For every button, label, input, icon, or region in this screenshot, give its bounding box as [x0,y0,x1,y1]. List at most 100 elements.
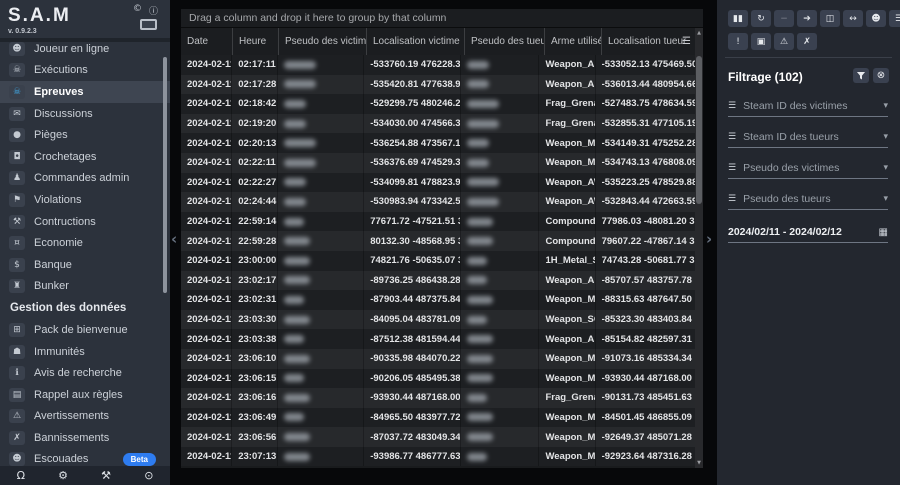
column-header[interactable]: Pseudo des victimes [279,28,367,55]
redacted-killer-pseudo [467,61,489,69]
cell-killer-pseudo [461,114,540,134]
table-row[interactable]: 2024-02-11 02:18:42 -529299.75 480246.22… [181,94,695,114]
table-row[interactable]: 2024-02-11 23:06:15 -90206.05 485495.38 … [181,369,695,389]
table-scrollbar[interactable]: ▲ ▼ [695,28,703,468]
table-row[interactable]: 2024-02-11 02:20:13 -536254.88 473567.13… [181,133,695,153]
toolbar-button[interactable]: ↔ [843,10,863,27]
cell-date: 2024-02-11 [181,427,232,447]
sidebar-item[interactable]: ☠ Epreuves [0,81,170,103]
redacted-victim-pseudo [284,453,310,461]
table-row[interactable]: 2024-02-11 23:03:30 -84095.04 483781.09 … [181,310,695,330]
toolbar-button[interactable]: ▣ [751,33,771,50]
table-row[interactable]: 2024-02-11 02:17:11 -533760.19 476228.38… [181,55,695,75]
sidebar-item[interactable]: ♟ Commandes admin [0,168,170,190]
sidebar-item[interactable]: ⚑ Violations [0,189,170,211]
filter-dropdown[interactable]: ☰ Pseudo des tueurs ▾ [728,189,888,210]
table-row[interactable]: 2024-02-11 23:02:31 -87903.44 487375.84 … [181,290,695,310]
table-scrollbar-thumb[interactable] [696,56,702,204]
column-header[interactable]: Date [181,28,233,55]
cell-date: 2024-02-11 [181,369,232,389]
table-row[interactable]: 2024-02-11 02:24:44 -530983.94 473342.50… [181,192,695,212]
table-row[interactable]: 2024-02-11 23:07:13 -93986.77 486777.63 … [181,447,695,467]
table-row[interactable]: 2024-02-11 23:06:56 -87037.72 483049.34 … [181,427,695,447]
sidebar-item[interactable]: $ Banque [0,254,170,276]
cell-killer-pseudo [461,369,540,389]
table-row[interactable]: 2024-02-11 22:59:28 80132.30 -48568.95 3… [181,231,695,251]
sidebar-item[interactable]: ¤ Economie [0,232,170,254]
collapse-sidebar-chevron[interactable]: ‹ [171,232,177,247]
redacted-victim-pseudo [284,316,310,324]
table-row[interactable]: 2024-02-11 02:22:27 -534099.81 478823.91… [181,173,695,193]
cell-victim-pseudo [278,329,365,349]
toolbar-button[interactable]: ✗ [797,33,817,50]
toolbar-button[interactable]: ☻ [866,10,886,27]
sidebar-item[interactable]: ▤ Rappel aux règles [0,384,170,406]
copyright-icon[interactable]: © [133,4,142,14]
group-drop-zone[interactable]: Drag a column and drop it here to group … [181,9,703,28]
toolbar-button[interactable]: ☰ [889,10,900,27]
sidebar-item[interactable]: ⊞ Pack de bienvenue [0,319,170,341]
cell-weapon: Weapon_M16... [539,349,595,369]
sidebar-item[interactable]: ✉ Discussions [0,103,170,125]
gear-icon[interactable]: ⚙ [58,470,68,481]
scroll-up-icon[interactable]: ▲ [695,30,703,36]
users-group-icon: ☻ [871,14,880,24]
bell-icon[interactable]: Ω [17,470,25,481]
redacted-victim-pseudo [284,237,310,245]
sidebar-item[interactable]: ℹ Avis de recherche [0,362,170,384]
column-header[interactable]: Localisation victime [367,28,465,55]
table-row[interactable]: 2024-02-11 02:22:11 -536376.69 474529.34… [181,153,695,173]
toolbar-button[interactable]: ➔ [797,10,817,27]
power-icon[interactable]: ⊙ [144,470,153,481]
sidebar-item[interactable]: ⚒ Contructions [0,211,170,233]
column-header[interactable]: Heure [233,28,279,55]
toolbar-button[interactable]: ▮▮ [728,10,748,27]
table-row[interactable]: 2024-02-11 23:06:10 -90335.98 484070.22 … [181,349,695,369]
list-icon: ☰ [728,194,736,204]
sidebar-item[interactable]: ⚠ Avertissements [0,406,170,428]
toolbar-button[interactable]: ◫ [820,10,840,27]
table-row[interactable]: 2024-02-11 23:06:16 -93930.44 487168.00 … [181,388,695,408]
wrench-icon[interactable]: ⚒ [101,470,111,481]
table-row[interactable]: 2024-02-11 23:02:17 -89736.25 486438.28 … [181,271,695,291]
date-range-value: 2024/02/11 - 2024/02/12 [728,226,879,238]
column-header[interactable]: Arme utilisé [545,28,602,55]
scroll-down-icon[interactable]: ▼ [695,460,703,466]
toolbar-button[interactable]: − [774,10,794,27]
sidebar-item[interactable]: ♜ Bunker [0,276,170,298]
table-row[interactable]: 2024-02-11 02:19:20 -534030.00 474566.34… [181,114,695,134]
sidebar-item[interactable]: ◘ Crochetages [0,146,170,168]
table-row[interactable]: 2024-02-11 23:00:00 74821.76 -50635.07 3… [181,251,695,271]
sidebar-item[interactable]: ☗ Immunités [0,341,170,363]
redacted-killer-pseudo [467,159,489,167]
resize-icon: ↔ [849,14,857,24]
toolbar-button[interactable]: ⚠ [774,33,794,50]
sidebar-item[interactable]: ☠ Exécutions [0,60,170,82]
card-icon[interactable] [140,19,157,30]
table-row[interactable]: 2024-02-11 22:59:14 77671.72 -47521.51 3… [181,212,695,232]
cell-victim-pseudo [278,447,365,467]
sidebar-item[interactable]: ● Pièges [0,124,170,146]
table-row[interactable]: 2024-02-11 23:03:38 -87512.38 481594.44 … [181,329,695,349]
clear-filter-button[interactable]: ⊗ [873,68,889,83]
apply-filter-button[interactable] [853,68,869,83]
collapse-filters-chevron[interactable]: › [706,232,712,247]
toolbar-button[interactable]: ↻ [751,10,771,27]
redacted-victim-pseudo [284,80,316,88]
info-icon[interactable]: ⓘ [149,4,158,17]
table-row[interactable]: 2024-02-11 23:06:49 -84965.50 483977.72 … [181,408,695,428]
cell-killer-location: -533052.13 475469.50... [596,55,695,75]
date-range-picker[interactable]: 2024/02/11 - 2024/02/12 ▦ [728,222,888,243]
filter-dropdown[interactable]: ☰ Steam ID des tueurs ▾ [728,127,888,148]
calendar-icon[interactable]: ▦ [879,227,888,238]
table-row[interactable]: 2024-02-11 02:17:28 -535420.81 477638.91… [181,75,695,95]
column-header[interactable]: Pseudo des tueurs [465,28,545,55]
sidebar-scrollbar-thumb[interactable] [163,57,167,293]
filter-dropdown[interactable]: ☰ Pseudo des victimes ▾ [728,158,888,179]
toolbar-button[interactable]: ! [728,33,748,50]
filter-dropdown[interactable]: ☰ Steam ID des victimes ▾ [728,96,888,117]
cell-victim-pseudo [278,133,365,153]
column-menu-icon[interactable]: ☰ [682,36,691,47]
sidebar-item[interactable]: ✗ Bannissements [0,427,170,449]
list-icon: ☰ [728,101,736,111]
